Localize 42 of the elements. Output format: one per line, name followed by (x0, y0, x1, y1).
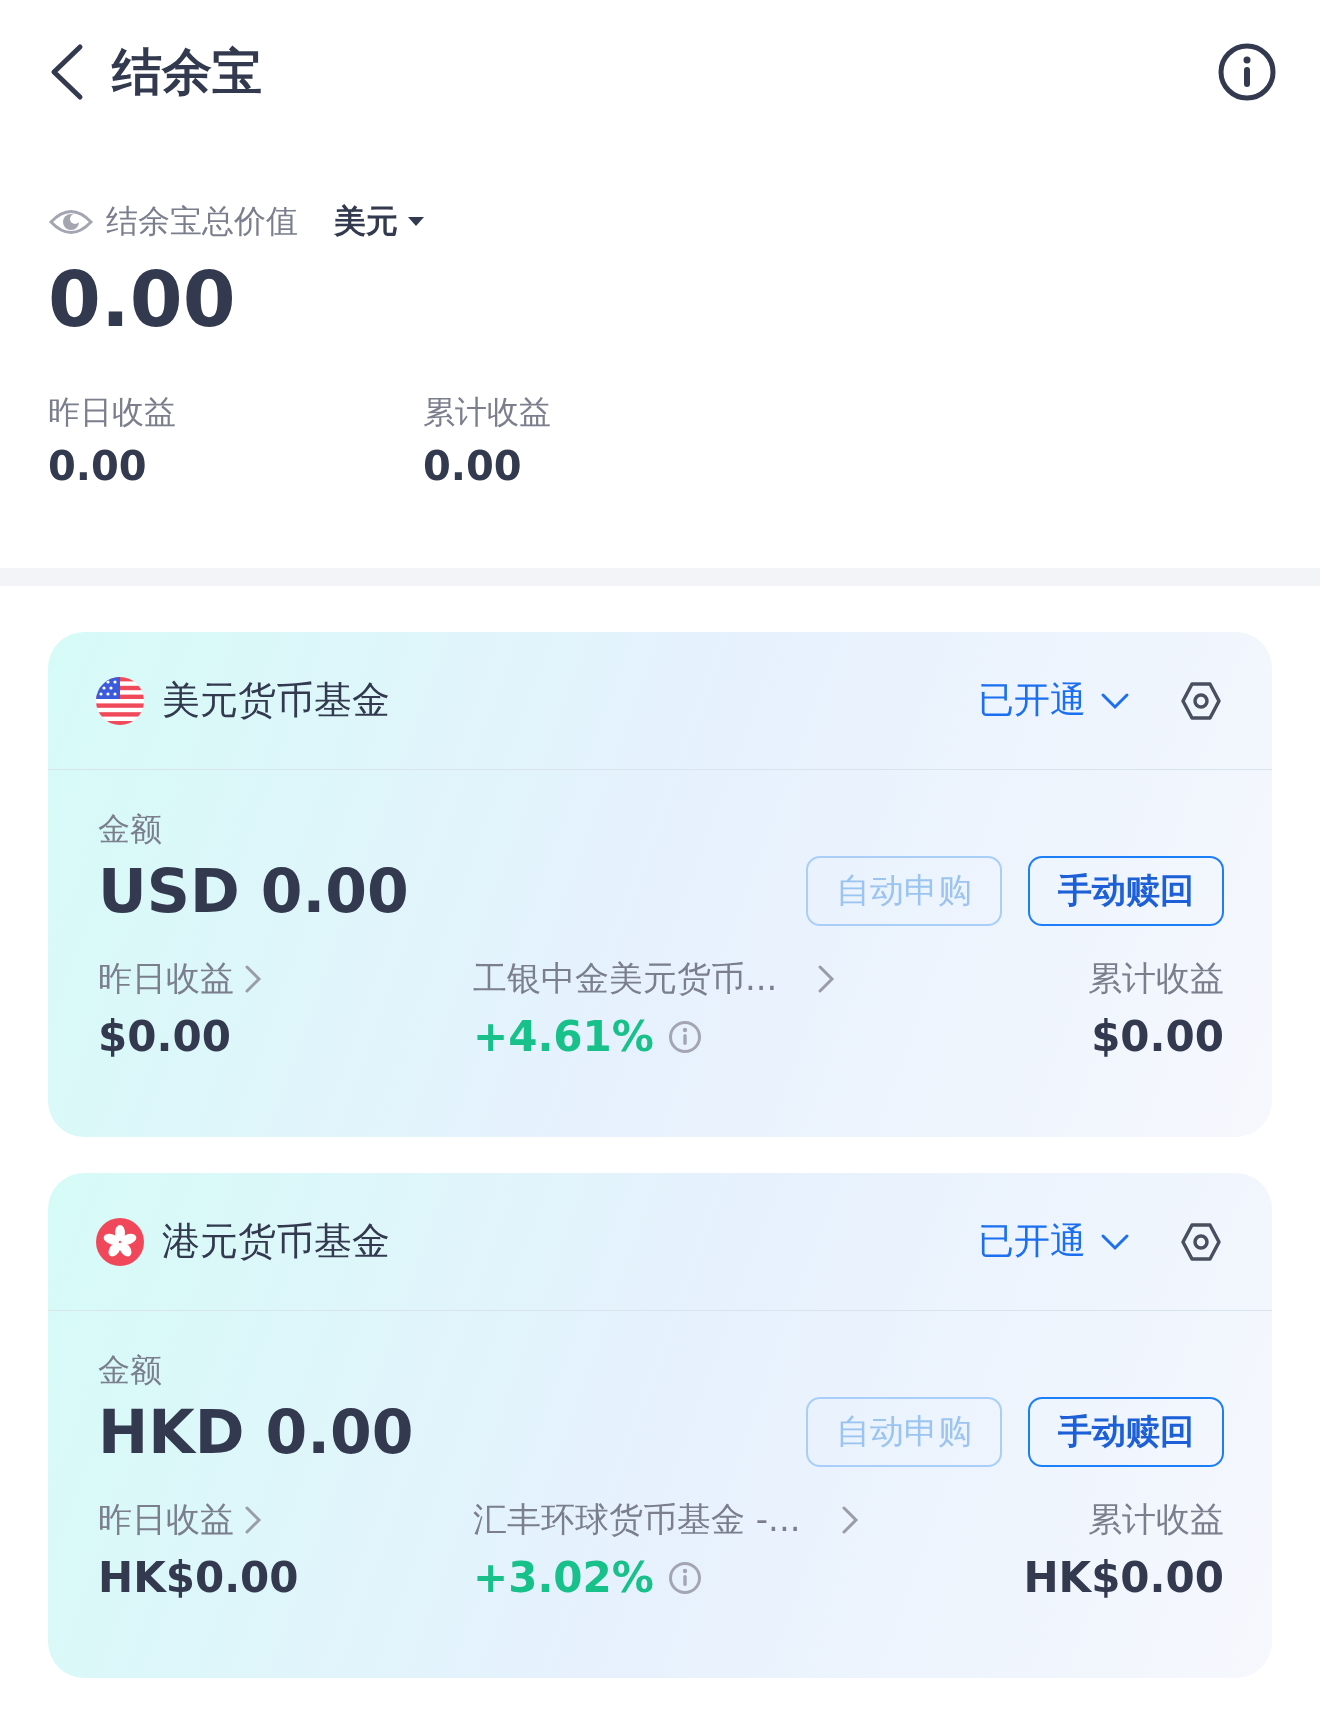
stat-value: 0.00 (48, 443, 148, 490)
amount-label: 金额 (98, 810, 162, 848)
chevron-right-icon (244, 1505, 262, 1535)
amount-label: 金额 (98, 1351, 162, 1389)
amount-value: HKD 0.00 (98, 1397, 414, 1467)
stat-label: 累计收益 (423, 393, 551, 432)
yesterday-earnings-link[interactable]: 昨日收益 (98, 1497, 262, 1543)
yesterday-earnings-value: $0.00 (98, 1012, 232, 1061)
amount-value: USD 0.00 (98, 856, 409, 926)
chevron-right-icon (840, 1505, 859, 1535)
product-link[interactable]: 工银中金美元货币... (473, 956, 836, 1002)
total-earnings-label: 累计收益 (1088, 1499, 1224, 1539)
action-button[interactable]: 手动赎回 (1028, 1397, 1224, 1467)
product-link[interactable]: 汇丰环球货币基金 -... (473, 1497, 859, 1543)
action-button[interactable]: 手动赎回 (1028, 856, 1224, 926)
fund-name: 港元货币基金 (162, 1218, 391, 1265)
stat-value: 0.00 (423, 443, 523, 490)
total-earnings-value: HK$0.00 (1023, 1553, 1224, 1602)
yesterday-earnings-link[interactable]: 昨日收益 (98, 956, 262, 1002)
total-value: 0.00 (48, 254, 237, 346)
fund-name: 美元货币基金 (162, 677, 391, 724)
total-earnings-value: $0.00 (1090, 1012, 1224, 1061)
currency-dropdown[interactable]: 美元 (334, 200, 424, 244)
total-earnings-label: 累计收益 (1088, 958, 1224, 998)
total-value-label: 结余宝总价值 (106, 201, 298, 242)
chevron-right-icon (244, 964, 262, 994)
stat-label: 昨日收益 (48, 393, 176, 432)
chevron-right-icon (817, 964, 836, 994)
flag-icon (96, 676, 144, 725)
info-icon[interactable] (1218, 43, 1276, 101)
yesterday-earnings-value: HK$0.00 (98, 1553, 300, 1602)
yield-rate: +3.02% (473, 1553, 654, 1602)
status-dropdown[interactable]: 已开通 (978, 1217, 1130, 1266)
status-dropdown[interactable]: 已开通 (978, 676, 1130, 725)
flag-icon (96, 1217, 144, 1266)
settings-icon[interactable] (1180, 1220, 1222, 1263)
page-title: 结余宝 (112, 41, 263, 103)
caret-down-icon (408, 217, 424, 227)
yield-rate: +4.61% (473, 1012, 654, 1061)
chevron-down-icon (1100, 1232, 1130, 1251)
chevron-down-icon (1100, 691, 1130, 710)
settings-icon[interactable] (1180, 679, 1222, 722)
